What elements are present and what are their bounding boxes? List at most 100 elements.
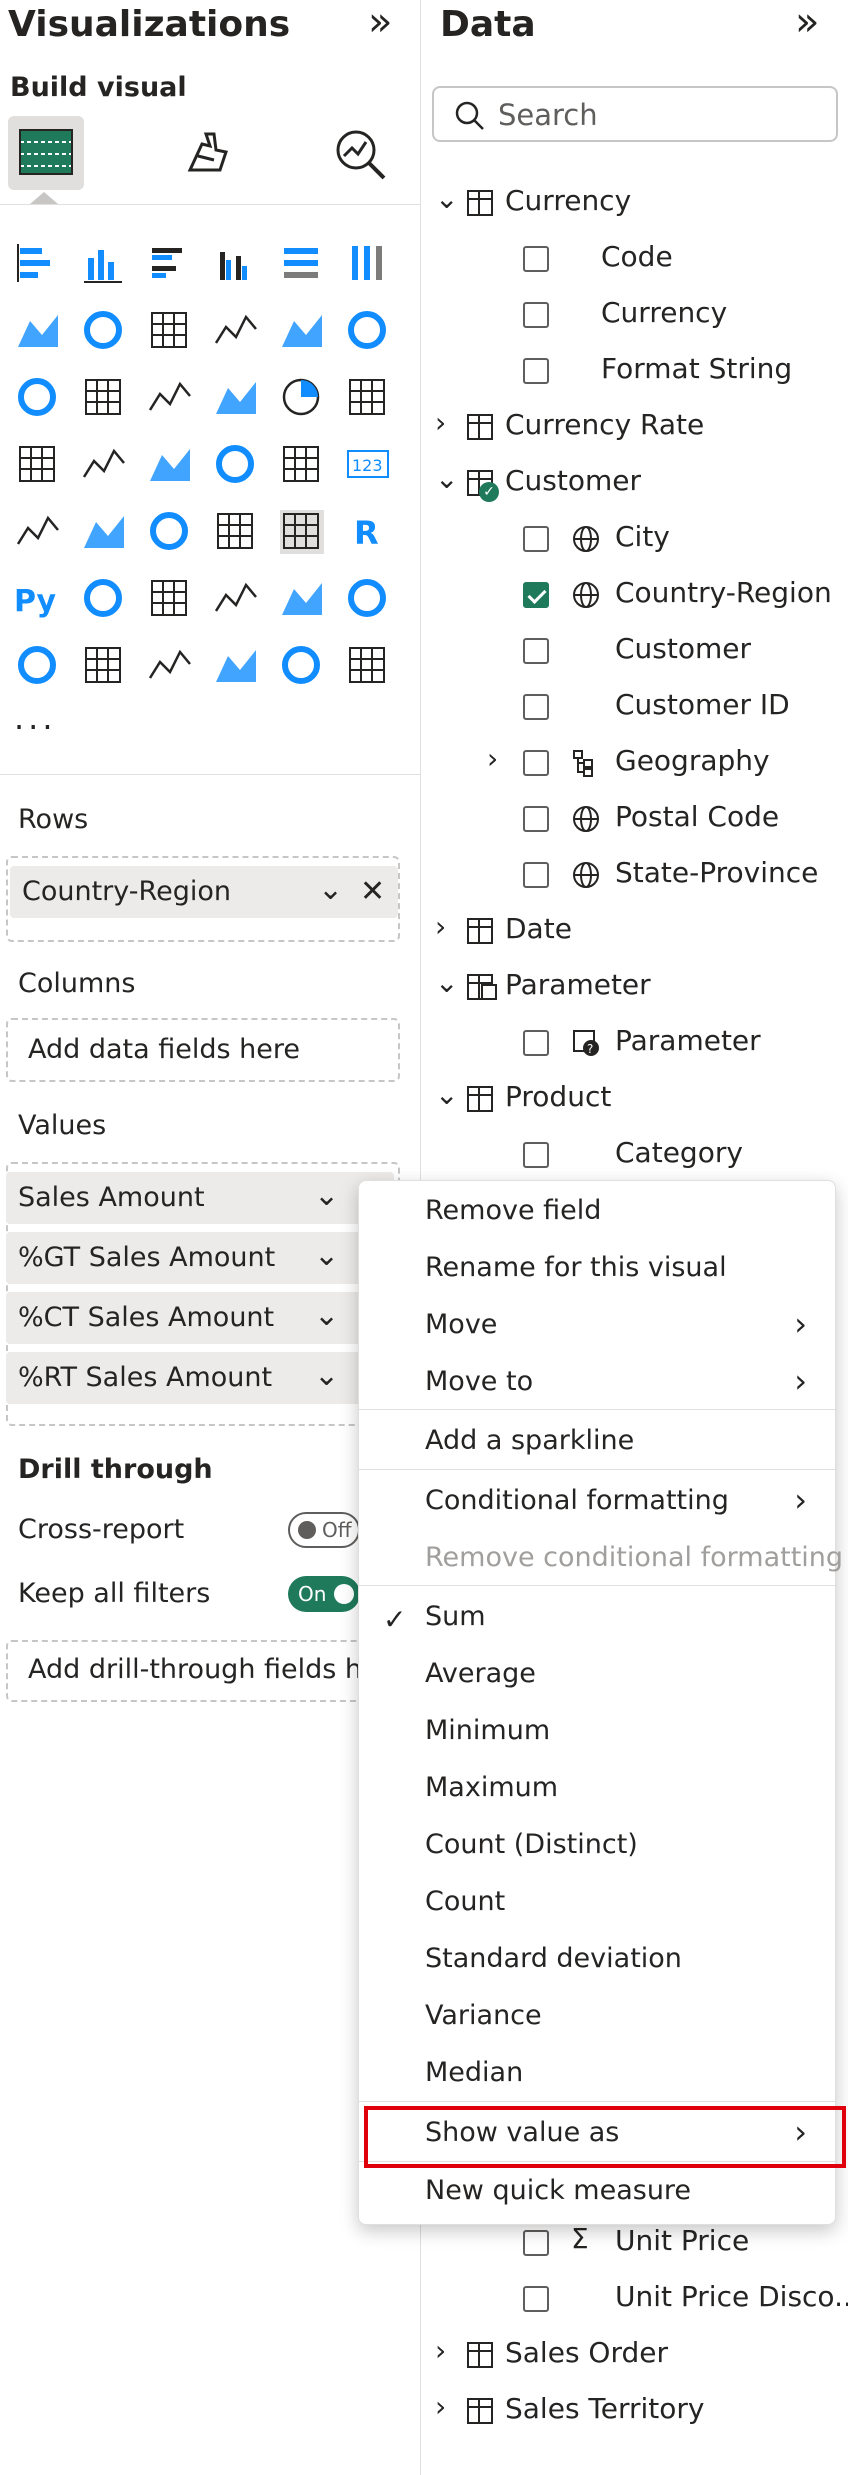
chevron-right-icon[interactable]: ›: [435, 406, 446, 439]
menu-move[interactable]: Move: [425, 1309, 497, 1340]
kpi-icon[interactable]: [80, 508, 128, 556]
keep-filters-toggle[interactable]: On: [288, 1576, 360, 1612]
remove-field-icon[interactable]: ✕: [360, 874, 385, 909]
matrix-icon[interactable]: [278, 508, 326, 556]
menu-rename-for-visual[interactable]: Rename for this visual: [425, 1252, 727, 1283]
menu-new-quick-measure[interactable]: New quick measure: [425, 2175, 691, 2206]
card-icon[interactable]: 123: [344, 441, 392, 489]
field-checkbox[interactable]: [523, 246, 549, 272]
field-checkbox[interactable]: [523, 358, 549, 384]
goals-icon[interactable]: [344, 575, 392, 623]
menu-maximum[interactable]: Maximum: [425, 1772, 558, 1803]
menu-conditional-formatting[interactable]: Conditional formatting: [425, 1485, 729, 1516]
field-checkbox[interactable]: [523, 806, 549, 832]
field-checkbox[interactable]: [523, 2230, 549, 2256]
ribbon-chart-icon[interactable]: [14, 374, 62, 422]
chevron-right-icon[interactable]: ›: [435, 910, 446, 943]
narrative-icon[interactable]: [278, 575, 326, 623]
field-parameter[interactable]: ? Parameter: [421, 1018, 848, 1068]
line-chart-icon[interactable]: [14, 307, 62, 355]
menu-move-to[interactable]: Move to: [425, 1366, 533, 1397]
search-input[interactable]: Search: [498, 98, 598, 132]
field-country-region[interactable]: Country-Region: [421, 570, 848, 620]
analytics-magnifier-icon[interactable]: [330, 124, 390, 184]
power-automate-icon[interactable]: [146, 642, 194, 690]
field-unit-price[interactable]: Σ Unit Price: [421, 2218, 848, 2268]
menu-count[interactable]: Count: [425, 1886, 505, 1917]
search-box[interactable]: Search: [432, 86, 838, 142]
line-clustered-icon[interactable]: [344, 307, 392, 355]
build-visual-tab[interactable]: [8, 116, 84, 190]
field-checkbox[interactable]: [523, 750, 549, 776]
r-visual-icon[interactable]: R: [344, 508, 392, 556]
table-parameter[interactable]: ⌄ Parameter: [421, 962, 848, 1012]
chevron-down-icon[interactable]: ⌄: [435, 182, 458, 215]
clustered-bar-icon[interactable]: [146, 240, 194, 288]
waterfall-icon[interactable]: [80, 374, 128, 422]
chevron-down-icon[interactable]: ⌄: [435, 966, 458, 999]
power-apps-icon[interactable]: [80, 642, 128, 690]
menu-average[interactable]: Average: [425, 1658, 536, 1689]
chevron-icon[interactable]: [344, 642, 392, 690]
chevron-down-icon[interactable]: ⌄: [435, 1078, 458, 1111]
scatter-icon[interactable]: [212, 374, 260, 422]
values-field-pill[interactable]: Sales Amount ⌄: [6, 1172, 394, 1224]
hierarchy-geography[interactable]: › Geography: [421, 738, 848, 788]
decomposition-tree-icon[interactable]: [146, 575, 194, 623]
cross-report-toggle[interactable]: Off: [288, 1512, 360, 1548]
stacked-bar-icon[interactable]: [14, 240, 62, 288]
field-code[interactable]: Code: [421, 234, 848, 284]
field-checkbox[interactable]: [523, 1030, 549, 1056]
key-influencers-icon[interactable]: [80, 575, 128, 623]
values-field-pill[interactable]: %GT Sales Amount ⌄: [6, 1232, 394, 1284]
menu-variance[interactable]: Variance: [425, 2000, 542, 2031]
diamond-icon[interactable]: [278, 642, 326, 690]
values-field-pill[interactable]: %RT Sales Amount ⌄: [6, 1352, 394, 1404]
collapse-visualizations-icon[interactable]: »: [368, 2, 392, 42]
field-unit-price-disco[interactable]: Unit Price Disco...: [421, 2274, 848, 2324]
stacked-column-icon[interactable]: [80, 240, 128, 288]
donut-icon[interactable]: [344, 374, 392, 422]
line-column-icon[interactable]: [278, 307, 326, 355]
field-checkbox[interactable]: [523, 302, 549, 328]
area-chart-icon[interactable]: [80, 307, 128, 355]
field-checkbox[interactable]: [523, 582, 549, 608]
menu-minimum[interactable]: Minimum: [425, 1715, 550, 1746]
chevron-down-icon[interactable]: ⌄: [314, 1178, 339, 1213]
pie-icon[interactable]: [278, 374, 326, 422]
filled-map-icon[interactable]: [146, 441, 194, 489]
table-currency-rate[interactable]: › Currency Rate: [421, 402, 848, 452]
field-checkbox[interactable]: [523, 526, 549, 552]
field-checkbox[interactable]: [523, 694, 549, 720]
field-currency[interactable]: Currency: [421, 290, 848, 340]
table-customer[interactable]: ⌄ ✓ Customer: [421, 458, 848, 508]
clustered-column-icon[interactable]: [212, 240, 260, 288]
table-product[interactable]: ⌄ Product: [421, 1074, 848, 1124]
chevron-right-icon[interactable]: ›: [435, 2334, 446, 2367]
paginated-report-icon[interactable]: [14, 642, 62, 690]
100-column-icon[interactable]: [344, 240, 392, 288]
field-city[interactable]: City: [421, 514, 848, 564]
field-checkbox[interactable]: [523, 1142, 549, 1168]
chevron-down-icon[interactable]: ⌄: [314, 1238, 339, 1273]
more-visuals-icon[interactable]: ···: [14, 708, 57, 746]
menu-standard-deviation[interactable]: Standard deviation: [425, 1943, 682, 1974]
field-checkbox[interactable]: [523, 862, 549, 888]
field-customer[interactable]: Customer: [421, 626, 848, 676]
chevron-down-icon[interactable]: ⌄: [318, 872, 343, 907]
menu-remove-field[interactable]: Remove field: [425, 1195, 601, 1226]
qna-icon[interactable]: [212, 575, 260, 623]
menu-add-sparkline[interactable]: Add a sparkline: [425, 1425, 634, 1456]
arcgis-icon[interactable]: [212, 642, 260, 690]
field-customer-id[interactable]: Customer ID: [421, 682, 848, 732]
menu-median[interactable]: Median: [425, 2057, 523, 2088]
table-sales-territory[interactable]: › Sales Territory: [421, 2386, 848, 2436]
treemap-icon[interactable]: [14, 441, 62, 489]
field-postal-code[interactable]: Postal Code: [421, 794, 848, 844]
field-format-string[interactable]: Format String: [421, 346, 848, 396]
rows-field-pill[interactable]: Country-Region ⌄ ✕: [10, 866, 398, 918]
chevron-down-icon[interactable]: ⌄: [435, 462, 458, 495]
stacked-area-icon[interactable]: [146, 307, 194, 355]
100-bar-icon[interactable]: [278, 240, 326, 288]
chevron-right-icon[interactable]: ›: [487, 742, 498, 775]
